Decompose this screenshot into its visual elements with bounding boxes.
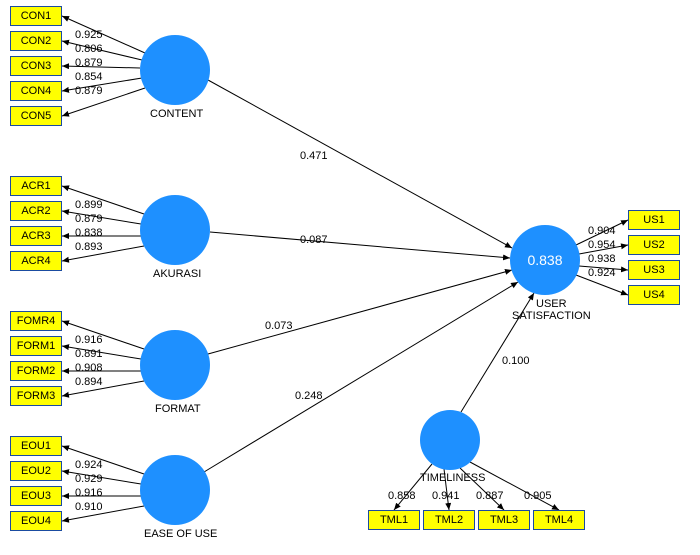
indicator-us3: US3 xyxy=(628,260,680,280)
loading-eou3: 0.916 xyxy=(75,487,103,499)
loading-eou2: 0.929 xyxy=(75,473,103,485)
path-timeliness-us: 0.100 xyxy=(502,355,530,367)
indicator-us4: US4 xyxy=(628,285,680,305)
indicator-con4: CON4 xyxy=(10,81,62,101)
indicator-eou1: EOU1 xyxy=(10,436,62,456)
loading-tml3: 0.887 xyxy=(476,490,504,502)
loading-acr1: 0.899 xyxy=(75,199,103,211)
loading-acr4: 0.893 xyxy=(75,241,103,253)
indicator-con3: CON3 xyxy=(10,56,62,76)
loading-form1: 0.891 xyxy=(75,348,103,360)
indicator-form2: FORM2 xyxy=(10,361,62,381)
latent-format-label: FORMAT xyxy=(155,403,201,415)
latent-ease-label: EASE OF USE xyxy=(144,528,217,540)
latent-ease xyxy=(140,455,210,525)
indicator-con5: CON5 xyxy=(10,106,62,126)
indicator-tml3: TML3 xyxy=(478,510,530,530)
loading-form3: 0.894 xyxy=(75,376,103,388)
loading-us2: 0.954 xyxy=(588,239,616,251)
loading-fomr4: 0.916 xyxy=(75,334,103,346)
loading-form2: 0.908 xyxy=(75,362,103,374)
path-ease-us: 0.248 xyxy=(295,390,323,402)
loading-us3: 0.938 xyxy=(588,253,616,265)
path-content-us: 0.471 xyxy=(300,150,328,162)
loading-tml1: 0.858 xyxy=(388,490,416,502)
latent-akurasi xyxy=(140,195,210,265)
indicator-con2: CON2 xyxy=(10,31,62,51)
indicator-tml4: TML4 xyxy=(533,510,585,530)
indicator-acr1: ACR1 xyxy=(10,176,62,196)
indicator-acr3: ACR3 xyxy=(10,226,62,246)
loading-eou1: 0.924 xyxy=(75,459,103,471)
loading-con5: 0.879 xyxy=(75,85,103,97)
latent-content xyxy=(140,35,210,105)
latent-content-label: CONTENT xyxy=(150,108,203,120)
loading-eou4: 0.910 xyxy=(75,501,103,513)
loading-con1: 0.925 xyxy=(75,29,103,41)
indicator-us1: US1 xyxy=(628,210,680,230)
indicator-acr2: ACR2 xyxy=(10,201,62,221)
indicator-eou2: EOU2 xyxy=(10,461,62,481)
loading-con3: 0.879 xyxy=(75,57,103,69)
loading-tml4: 0.905 xyxy=(524,490,552,502)
loading-con2: 0.806 xyxy=(75,43,103,55)
latent-timeliness-label: TIMELINESS xyxy=(420,472,485,484)
usersat-r2: 0.838 xyxy=(527,252,562,268)
path-akurasi-us: 0.087 xyxy=(300,234,328,246)
path-format-us: 0.073 xyxy=(265,320,293,332)
loading-tml2: 0.941 xyxy=(432,490,460,502)
indicator-fomr4: FOMR4 xyxy=(10,311,62,331)
loading-con4: 0.854 xyxy=(75,71,103,83)
latent-usersat: 0.838 xyxy=(510,225,580,295)
indicator-con1: CON1 xyxy=(10,6,62,26)
loading-us4: 0.924 xyxy=(588,267,616,279)
latent-format xyxy=(140,330,210,400)
indicator-us2: US2 xyxy=(628,235,680,255)
loading-us1: 0.904 xyxy=(588,225,616,237)
indicator-tml2: TML2 xyxy=(423,510,475,530)
loading-acr3: 0.838 xyxy=(75,227,103,239)
indicator-tml1: TML1 xyxy=(368,510,420,530)
indicator-eou3: EOU3 xyxy=(10,486,62,506)
latent-usersat-label: USERSATISFACTION xyxy=(512,298,591,322)
indicator-form3: FORM3 xyxy=(10,386,62,406)
latent-timeliness xyxy=(420,410,480,470)
latent-akurasi-label: AKURASI xyxy=(153,268,201,280)
loading-acr2: 0.879 xyxy=(75,213,103,225)
indicator-acr4: ACR4 xyxy=(10,251,62,271)
indicator-form1: FORM1 xyxy=(10,336,62,356)
indicator-eou4: EOU4 xyxy=(10,511,62,531)
